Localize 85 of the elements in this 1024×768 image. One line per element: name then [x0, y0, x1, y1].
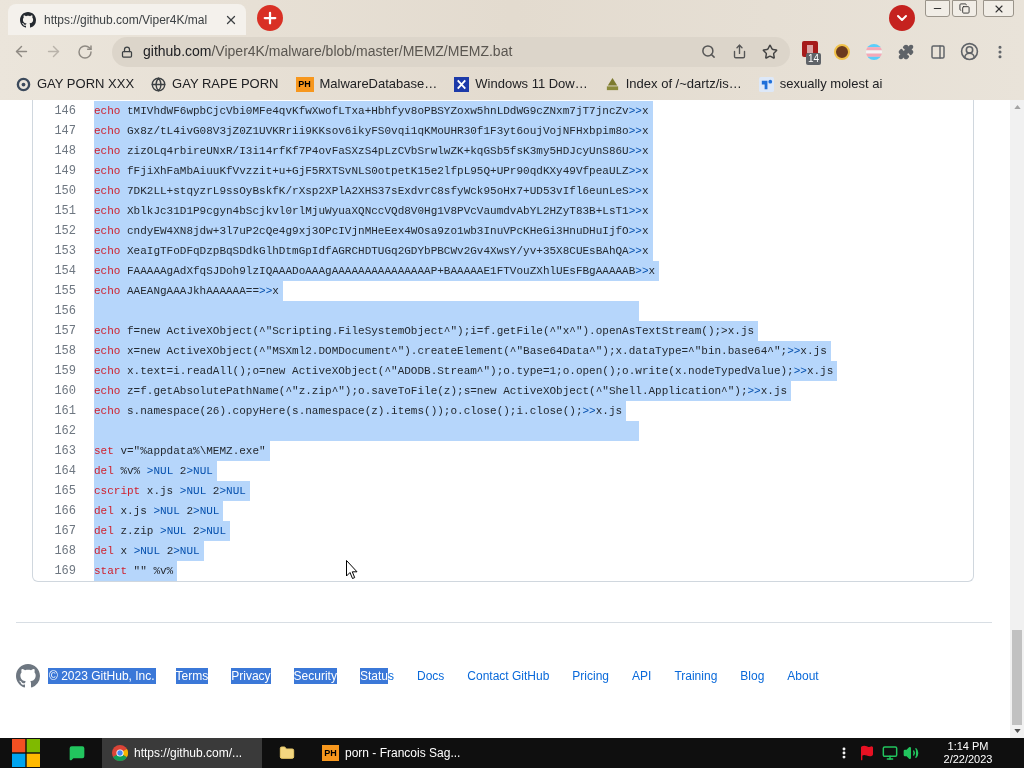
puzzle-icon: [898, 43, 914, 60]
logo-tile-icon: PH: [295, 76, 314, 92]
line-number: 167: [53, 523, 77, 540]
tab-search-button[interactable]: [889, 4, 915, 31]
clock-date: 2/22/2023: [943, 753, 993, 766]
line-number: 155: [53, 283, 77, 300]
footer-link[interactable]: Blog: [740, 668, 765, 684]
line-number: 148: [53, 143, 77, 160]
line-number: 150: [53, 183, 77, 200]
footer-link[interactable]: Pricing: [572, 668, 610, 684]
lock-icon: [121, 45, 133, 58]
line-number: 159: [53, 363, 77, 380]
globe-icon: [151, 76, 167, 92]
line-number: 163: [53, 443, 77, 460]
footer-link[interactable]: Security: [293, 668, 337, 684]
footer-link[interactable]: Privacy: [231, 668, 271, 684]
line-number: 147: [53, 123, 77, 140]
flag-icon: [859, 745, 875, 761]
clock-time: 1:14 PM: [947, 740, 989, 753]
profile-icon: [959, 42, 979, 61]
monitor-icon: [882, 745, 898, 761]
avatar-icon: [834, 43, 850, 60]
mouse-cursor-icon: [346, 560, 358, 579]
line-number: 153: [53, 243, 77, 260]
address-bar[interactable]: github.com/Viper4K/malware/blob/master/MEMZ/MEMZ.bat: [112, 36, 790, 67]
line-number: 156: [53, 303, 77, 320]
line-number: 151: [53, 203, 77, 220]
footer-link[interactable]: Docs: [416, 668, 445, 684]
four-squares-logo-icon: [11, 739, 41, 767]
line-number: 161: [53, 403, 77, 420]
bookmark-item[interactable]: Windows 11 Dow…: [449, 71, 593, 97]
footer-link[interactable]: API: [632, 668, 652, 684]
ring-icon: [16, 76, 31, 92]
new-tab-button[interactable]: [257, 4, 283, 31]
line-number: 166: [53, 503, 77, 520]
taskbar-item[interactable]: https://github.com/...: [102, 738, 262, 768]
line-number: 160: [53, 383, 77, 400]
line-number: 158: [53, 343, 77, 360]
extension-button[interactable]: 14: [796, 37, 824, 66]
github-logo-icon: [16, 664, 40, 688]
copyright-text: © 2023 GitHub, Inc.: [48, 668, 156, 684]
taskbar-item[interactable]: PH porn - Francois Sag...: [312, 738, 472, 768]
side-panel-icon: [930, 43, 946, 60]
bookmark-item[interactable]: PH MalwareDatabase…: [290, 71, 443, 97]
share-icon: [731, 44, 747, 59]
x-mark-icon: [454, 76, 470, 92]
close-window-button[interactable]: [983, 0, 1014, 17]
line-number: 162: [53, 423, 77, 440]
restore-icon: [959, 3, 970, 14]
scrollbar[interactable]: [1010, 100, 1024, 738]
scroll-down-icon: [1013, 729, 1021, 733]
chat-bubble-icon: [69, 745, 85, 761]
browser-tab[interactable]: https://github.com/Viper4K/mal: [8, 4, 246, 35]
line-number: 149: [53, 163, 77, 180]
bookmark-item[interactable]: Index of /~dartz/is…: [599, 71, 747, 97]
minimize-button[interactable]: [925, 0, 950, 17]
app-icon: [758, 76, 774, 92]
bookmark-item[interactable]: GAY PORN XXX: [11, 71, 140, 97]
footer-link[interactable]: Terms: [175, 668, 209, 684]
speaker-icon: [903, 745, 919, 761]
line-number: 169: [53, 563, 77, 580]
scrollbar-thumb[interactable]: [1012, 630, 1022, 725]
folder-icon: [279, 745, 295, 761]
scroll-up-icon: [1013, 105, 1021, 109]
footer-link[interactable]: Training: [674, 668, 718, 684]
footer-link[interactable]: Contact GitHub: [467, 668, 550, 684]
line-number: 154: [53, 263, 77, 280]
search-icon: [700, 44, 716, 59]
browser-icon: [112, 745, 128, 761]
logo-tile-icon: PH: [322, 745, 339, 761]
line-number: 152: [53, 223, 77, 240]
bookmark-item[interactable]: sexually molest ai: [753, 71, 888, 97]
footer-link[interactable]: About: [787, 668, 819, 684]
line-number: 157: [53, 323, 77, 340]
eject-icon: [604, 76, 620, 92]
striped-circle-icon: [866, 43, 882, 60]
line-number: 165: [53, 483, 77, 500]
line-number: 168: [53, 543, 77, 560]
restore-button[interactable]: [952, 0, 977, 17]
reload-icon: [77, 43, 93, 60]
bookmark-item[interactable]: GAY RAPE PORN: [146, 71, 284, 97]
line-number: 164: [53, 463, 77, 480]
line-number: 146: [53, 103, 77, 120]
star-icon: [762, 43, 778, 60]
github-logo-icon: [20, 11, 36, 28]
